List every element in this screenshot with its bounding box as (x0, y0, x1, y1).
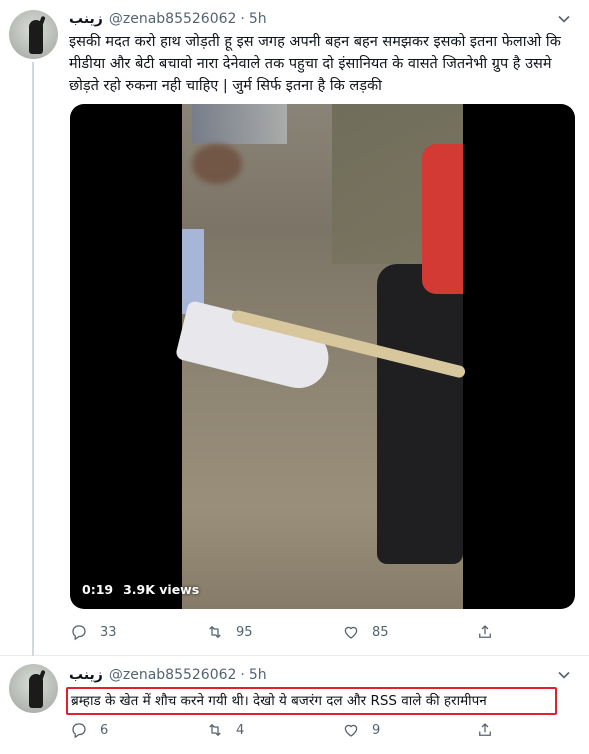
chevron-down-icon[interactable] (555, 666, 573, 684)
share-button[interactable] (476, 721, 494, 739)
reply-icon (72, 625, 86, 641)
reply-count: 6 (100, 722, 109, 738)
author-handle[interactable]: @zenab85526062 (109, 11, 237, 27)
retweet-button[interactable]: 95 (206, 623, 253, 641)
retweet-icon (209, 724, 221, 736)
tweet-time[interactable]: 5h (249, 667, 267, 683)
reply-count: 33 (100, 624, 117, 640)
separator-dot: · (240, 11, 245, 27)
like-count: 9 (372, 722, 381, 738)
tweet[interactable]: زینب @zenab85526062 · 5h इसकी मदत करो हा… (0, 0, 589, 656)
chevron-down-icon[interactable] (555, 10, 573, 28)
heart-icon (344, 626, 358, 639)
tweet-time[interactable]: 5h (249, 11, 267, 27)
share-button[interactable] (476, 623, 494, 641)
heart-icon (344, 724, 358, 737)
video-info: 0:19 3.9K views (82, 582, 199, 597)
video-player[interactable]: 0:19 3.9K views (70, 104, 575, 609)
reply-button[interactable]: 33 (70, 623, 117, 641)
thread-line (32, 62, 34, 656)
avatar[interactable] (9, 10, 58, 59)
avatar[interactable] (9, 664, 58, 713)
reply-button[interactable]: 6 (70, 721, 108, 739)
retweet-icon (209, 626, 221, 638)
author-name[interactable]: زینب (69, 667, 103, 683)
share-icon (479, 723, 491, 736)
tweet-actions: 6 4 9 (70, 720, 500, 740)
retweet-button[interactable]: 4 (206, 721, 244, 739)
like-button[interactable]: 85 (342, 623, 389, 641)
like-count: 85 (372, 624, 389, 640)
retweet-count: 4 (236, 722, 245, 738)
separator-dot: · (240, 667, 245, 683)
video-views: 3.9K views (123, 582, 200, 597)
author-handle[interactable]: @zenab85526062 (109, 667, 237, 683)
share-icon (479, 625, 491, 638)
author-name[interactable]: زینب (69, 11, 103, 27)
tweet-header: زینب @zenab85526062 · 5h (69, 665, 267, 685)
tweet-actions: 33 95 85 (70, 622, 500, 642)
reply-icon (72, 723, 86, 739)
tweet-header: زینب @zenab85526062 · 5h (69, 9, 267, 29)
video-frame (174, 104, 467, 609)
retweet-count: 95 (236, 624, 253, 640)
highlight-box (66, 687, 557, 715)
tweet-text: इसकी मदत करो हाथ जोड़ती हू इस जगह अपनी ब… (69, 34, 561, 94)
video-duration: 0:19 (82, 582, 114, 597)
like-button[interactable]: 9 (342, 721, 380, 739)
